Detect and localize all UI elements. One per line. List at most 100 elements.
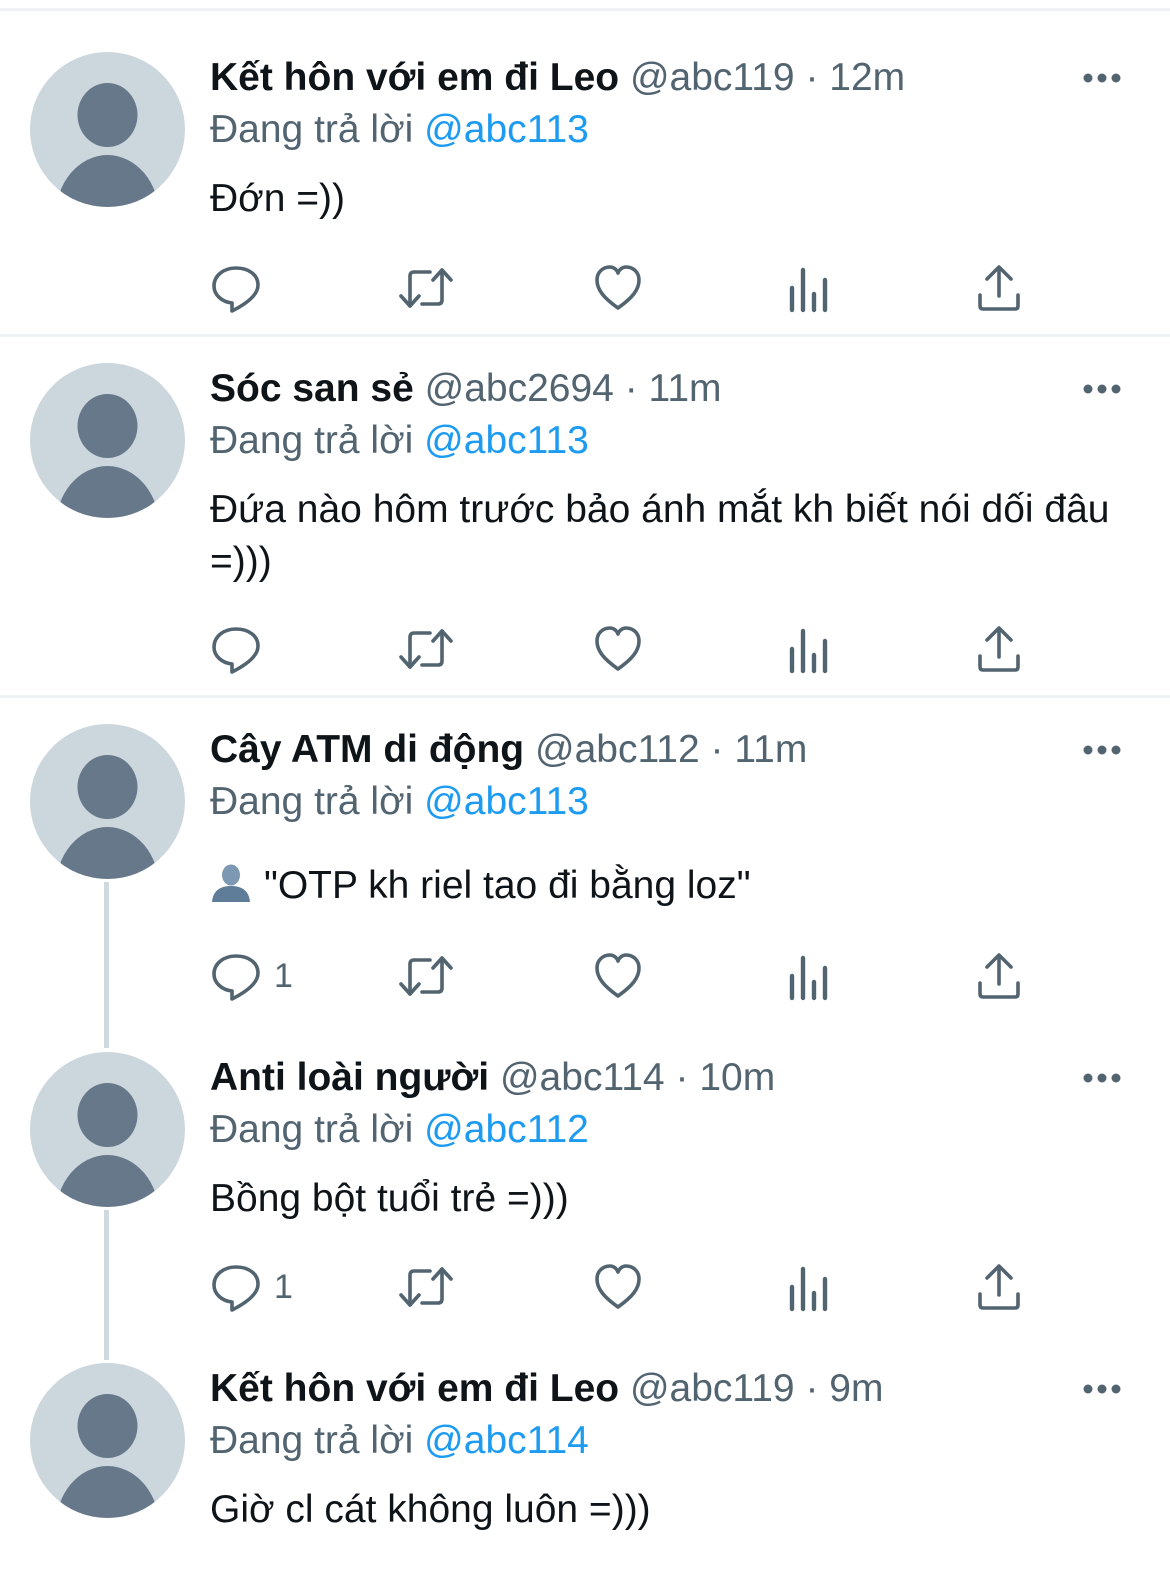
share-upload-icon: [978, 265, 1020, 311]
default-avatar-icon: [56, 394, 159, 518]
avatar[interactable]: [30, 1363, 185, 1518]
retweet-button[interactable]: [398, 262, 454, 314]
replying-to: Đang trả lời @abc113: [210, 105, 589, 155]
comment-bubble-icon: [212, 266, 260, 313]
replying-to-prefix: Đang trả lời: [210, 780, 414, 823]
retweet-button[interactable]: [398, 623, 454, 675]
replying-to-prefix: Đang trả lời: [210, 1419, 414, 1462]
timestamp[interactable]: 11m: [734, 728, 807, 771]
views-button[interactable]: [788, 623, 830, 675]
more-dots-icon: [1083, 384, 1121, 394]
tweet-actions: [210, 623, 1110, 675]
default-avatar-icon: [56, 83, 159, 207]
replying-to: Đang trả lời @abc114: [210, 1416, 589, 1466]
heart-icon: [595, 265, 641, 310]
comment-bubble-icon: [212, 1265, 260, 1312]
replying-to-mention[interactable]: @abc112: [424, 1108, 589, 1151]
share-upload-icon: [978, 626, 1020, 672]
like-button[interactable]: [594, 1261, 642, 1313]
tweet-header: Kết hôn với em đi Leo @abc119 · 12m: [210, 53, 905, 103]
separator-dot: ·: [805, 1367, 819, 1410]
tweet-text: Bồng bột tuổi trẻ =))): [210, 1177, 569, 1220]
replying-to-mention[interactable]: @abc113: [424, 780, 589, 823]
more-options-button[interactable]: [1080, 740, 1124, 760]
like-button[interactable]: [594, 262, 642, 314]
top-divider: [0, 8, 1170, 11]
user-handle[interactable]: @abc114: [500, 1056, 665, 1099]
views-button[interactable]: [788, 1261, 830, 1313]
share-button[interactable]: [975, 623, 1023, 675]
display-name[interactable]: Sóc san sẻ: [210, 367, 414, 410]
reply-button[interactable]: 1: [210, 950, 293, 1002]
reply-button[interactable]: [210, 262, 274, 314]
comment-bubble-icon: [212, 954, 260, 1001]
replying-to: Đang trả lời @abc113: [210, 777, 589, 827]
user-handle[interactable]: @abc112: [535, 728, 700, 771]
more-dots-icon: [1083, 745, 1121, 755]
avatar[interactable]: [30, 724, 185, 879]
share-button[interactable]: [975, 262, 1023, 314]
tweet-actions: 1: [210, 1261, 1110, 1313]
bar-chart-icon: [789, 955, 828, 1001]
user-handle[interactable]: @abc119: [630, 1367, 795, 1410]
retweet-arrows-icon: [399, 956, 453, 996]
thread-connector-line: [104, 882, 109, 1048]
retweet-button[interactable]: [398, 1261, 454, 1313]
replying-to-mention[interactable]: @abc113: [424, 108, 589, 151]
avatar[interactable]: [30, 363, 185, 518]
avatar[interactable]: [30, 1052, 185, 1207]
heart-icon: [595, 953, 641, 998]
views-button[interactable]: [788, 950, 830, 1002]
reply-button[interactable]: 1: [210, 1261, 293, 1313]
separator-dot: ·: [624, 367, 638, 410]
display-name[interactable]: Cây ATM di động: [210, 728, 524, 771]
tweet-text: "OTP kh riel tao đi bằng loz": [264, 864, 751, 907]
bust-in-silhouette-icon: [210, 862, 252, 916]
timestamp[interactable]: 10m: [699, 1056, 775, 1099]
tweet-text: Đứa nào hôm trước bảo ánh mắt kh biết nó…: [210, 488, 1110, 583]
timestamp[interactable]: 12m: [829, 56, 905, 99]
timestamp[interactable]: 11m: [649, 367, 722, 410]
like-button[interactable]: [594, 623, 642, 675]
reply-count: 1: [274, 1267, 293, 1306]
avatar[interactable]: [30, 52, 185, 207]
tweet-actions: 1: [210, 950, 1110, 1002]
like-button[interactable]: [594, 950, 642, 1002]
display-name[interactable]: Kết hôn với em đi Leo: [210, 56, 619, 99]
replying-to-prefix: Đang trả lời: [210, 419, 414, 462]
replying-to: Đang trả lời @abc112: [210, 1105, 589, 1155]
more-options-button[interactable]: [1080, 68, 1124, 88]
default-avatar-icon: [56, 1083, 159, 1207]
replying-to-prefix: Đang trả lời: [210, 1108, 414, 1151]
share-button[interactable]: [975, 950, 1023, 1002]
tweet-text: Đớn =)): [210, 177, 346, 220]
tweet-header: Cây ATM di động @abc112 · 11m: [210, 725, 807, 775]
replying-to-mention[interactable]: @abc113: [424, 419, 589, 462]
user-handle[interactable]: @abc119: [630, 56, 795, 99]
retweet-arrows-icon: [399, 629, 453, 669]
tweet-header: Kết hôn với em đi Leo @abc119 · 9m: [210, 1364, 883, 1414]
retweet-arrows-icon: [399, 1267, 453, 1307]
share-upload-icon: [978, 953, 1020, 999]
display-name[interactable]: Kết hôn với em đi Leo: [210, 1367, 619, 1410]
reply-count: 1: [274, 956, 293, 995]
bar-chart-icon: [789, 267, 828, 313]
replying-to-mention[interactable]: @abc114: [424, 1419, 589, 1462]
retweet-button[interactable]: [398, 950, 454, 1002]
reply-button[interactable]: [210, 623, 274, 675]
timestamp[interactable]: 9m: [829, 1367, 883, 1410]
views-button[interactable]: [788, 262, 830, 314]
share-button[interactable]: [975, 1261, 1023, 1313]
display-name[interactable]: Anti loài người: [210, 1056, 489, 1099]
more-dots-icon: [1083, 73, 1121, 83]
more-options-button[interactable]: [1080, 379, 1124, 399]
user-handle[interactable]: @abc2694: [425, 367, 614, 410]
default-avatar-icon: [56, 1394, 159, 1518]
more-options-button[interactable]: [1080, 1068, 1124, 1088]
tweet-header: Anti loài người @abc114 · 10m: [210, 1053, 775, 1103]
default-avatar-icon: [56, 755, 159, 879]
tweet-text: Giờ cl cát không luôn =))): [210, 1488, 651, 1531]
separator-dot: ·: [710, 728, 724, 771]
more-options-button[interactable]: [1080, 1379, 1124, 1399]
separator-dot: ·: [805, 56, 819, 99]
